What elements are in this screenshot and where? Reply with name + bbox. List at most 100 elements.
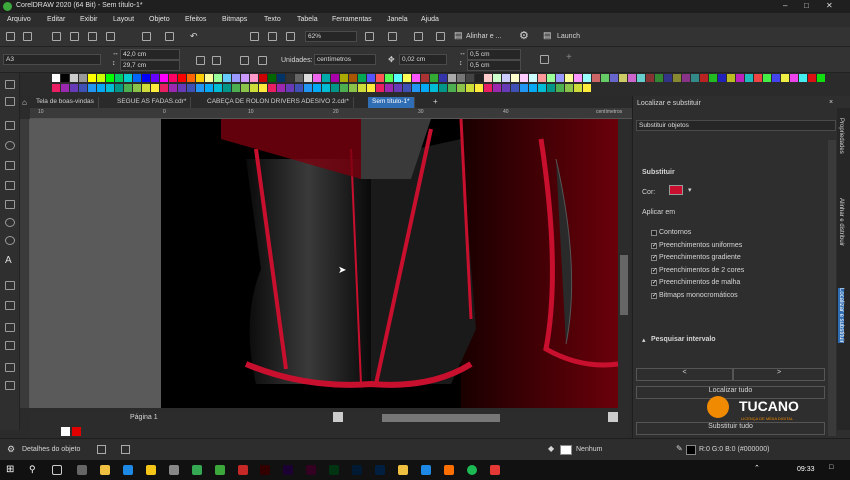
scroll-left-icon[interactable] <box>333 412 343 422</box>
menu-tabela[interactable]: Tabela <box>297 16 318 23</box>
color-dropdown-icon[interactable]: ▾ <box>688 186 692 194</box>
palette-swatch[interactable] <box>421 84 429 92</box>
align-icon[interactable]: ▤ <box>454 30 463 41</box>
palette-swatch[interactable] <box>493 74 501 82</box>
menu-janela[interactable]: Janela <box>387 16 408 23</box>
menu-exibir[interactable]: Exibir <box>80 16 98 23</box>
system-tray-icon[interactable]: ⌃ <box>754 464 760 472</box>
units-select[interactable]: centímetros <box>314 54 376 65</box>
export-button-icon[interactable] <box>268 32 277 41</box>
horizontal-scroll-thumb[interactable] <box>382 414 500 422</box>
parallel-dimension-icon[interactable] <box>5 281 15 290</box>
zoom-tool-icon[interactable] <box>5 141 15 150</box>
palette-swatch[interactable] <box>484 84 492 92</box>
palette-swatch[interactable] <box>313 84 321 92</box>
palette-swatch[interactable] <box>691 74 699 82</box>
palette-swatch[interactable] <box>52 84 60 92</box>
palette-swatch[interactable] <box>673 74 681 82</box>
palette-swatch[interactable] <box>808 74 816 82</box>
tab-sem-titulo[interactable]: Sem título-1* <box>368 97 415 108</box>
palette-swatch[interactable] <box>115 84 123 92</box>
page-size-select[interactable]: A3 <box>3 54 101 65</box>
coreldraw-taskbar-icon[interactable] <box>215 465 225 475</box>
palette-swatch[interactable] <box>331 84 339 92</box>
app-icon[interactable] <box>421 465 431 475</box>
palette-swatch[interactable] <box>484 74 492 82</box>
app-icon[interactable] <box>169 465 179 475</box>
palette-swatch[interactable] <box>322 84 330 92</box>
palette-swatch[interactable] <box>502 74 510 82</box>
palette-swatch[interactable] <box>448 74 456 82</box>
palette-swatch[interactable] <box>547 74 555 82</box>
palette-swatch[interactable] <box>79 74 87 82</box>
side-tab-find-replace[interactable]: Localizar e substituir <box>838 288 844 343</box>
import-button-icon[interactable] <box>250 32 259 41</box>
palette-swatch[interactable] <box>304 84 312 92</box>
launch-button[interactable]: Launch <box>557 33 580 40</box>
palette-swatch[interactable] <box>529 84 537 92</box>
app-icon[interactable] <box>352 465 362 475</box>
palette-swatch[interactable] <box>403 84 411 92</box>
interactive-fill-icon[interactable] <box>5 381 15 390</box>
palette-swatch[interactable] <box>664 74 672 82</box>
palette-swatch[interactable] <box>259 74 267 82</box>
app-icon[interactable] <box>283 465 293 475</box>
palette-swatch[interactable] <box>178 74 186 82</box>
palette-swatch[interactable] <box>160 84 168 92</box>
palette-swatch[interactable] <box>556 84 564 92</box>
palette-swatch[interactable] <box>70 74 78 82</box>
nudge-distance-field[interactable]: 0,02 cm <box>399 54 447 65</box>
app-icon[interactable] <box>467 465 477 475</box>
palette-swatch[interactable] <box>565 84 573 92</box>
palette-swatch[interactable] <box>169 84 177 92</box>
save-icon[interactable] <box>52 32 61 41</box>
search-range-toggle[interactable]: Pesquisar intervalo <box>651 336 716 343</box>
find-mode-select[interactable]: Substituir objetos <box>636 120 836 131</box>
palette-swatch[interactable] <box>133 84 141 92</box>
palette-swatch[interactable] <box>394 74 402 82</box>
palette-swatch[interactable] <box>466 84 474 92</box>
palette-swatch[interactable] <box>277 84 285 92</box>
menu-bitmaps[interactable]: Bitmaps <box>222 16 247 23</box>
option-checkbox[interactable]: ✓ <box>651 292 657 299</box>
publish-icon[interactable] <box>286 32 295 41</box>
menu-ferramentas[interactable]: Ferramentas <box>332 16 372 23</box>
scroll-thumb[interactable] <box>620 255 628 315</box>
print-icon[interactable] <box>106 32 115 41</box>
palette-swatch[interactable] <box>646 74 654 82</box>
notification-icon[interactable]: □ <box>829 464 833 471</box>
palette-swatch[interactable] <box>268 74 276 82</box>
docker-close-icon[interactable]: × <box>829 99 833 106</box>
palette-swatch[interactable] <box>250 84 258 92</box>
palette-swatch[interactable] <box>511 74 519 82</box>
palette-swatch[interactable] <box>358 84 366 92</box>
page-height-field[interactable]: 29,7 cm <box>120 60 180 71</box>
palette-swatch[interactable] <box>277 74 285 82</box>
app-icon[interactable] <box>123 465 133 475</box>
menu-ajuda[interactable]: Ajuda <box>421 16 439 23</box>
align-distribute-button[interactable]: Alinhar e ... <box>466 33 501 40</box>
scroll-right-icon[interactable] <box>608 412 618 422</box>
palette-swatch[interactable] <box>601 74 609 82</box>
app-icon[interactable] <box>444 465 454 475</box>
palette-swatch[interactable] <box>124 84 132 92</box>
app-icon[interactable] <box>146 465 156 475</box>
palette-swatch[interactable] <box>547 84 555 92</box>
palette-swatch[interactable] <box>565 74 573 82</box>
palette-swatch[interactable] <box>142 74 150 82</box>
next-button[interactable]: > <box>733 368 825 381</box>
side-tab-properties[interactable]: Propriedades <box>838 118 844 154</box>
palette-swatch[interactable] <box>187 74 195 82</box>
palette-swatch[interactable] <box>286 84 294 92</box>
palette-swatch[interactable] <box>106 74 114 82</box>
app-icon[interactable] <box>77 465 87 475</box>
option-checkbox[interactable] <box>651 230 657 236</box>
crop-tool-icon[interactable] <box>5 121 15 130</box>
add-icon[interactable]: + <box>566 52 572 63</box>
ellipse-tool-icon[interactable] <box>5 218 15 227</box>
palette-swatch[interactable] <box>124 74 132 82</box>
palette-swatch[interactable] <box>439 84 447 92</box>
palette-swatch[interactable] <box>250 74 258 82</box>
all-pages-icon[interactable] <box>240 56 249 65</box>
palette-swatch[interactable] <box>583 84 591 92</box>
